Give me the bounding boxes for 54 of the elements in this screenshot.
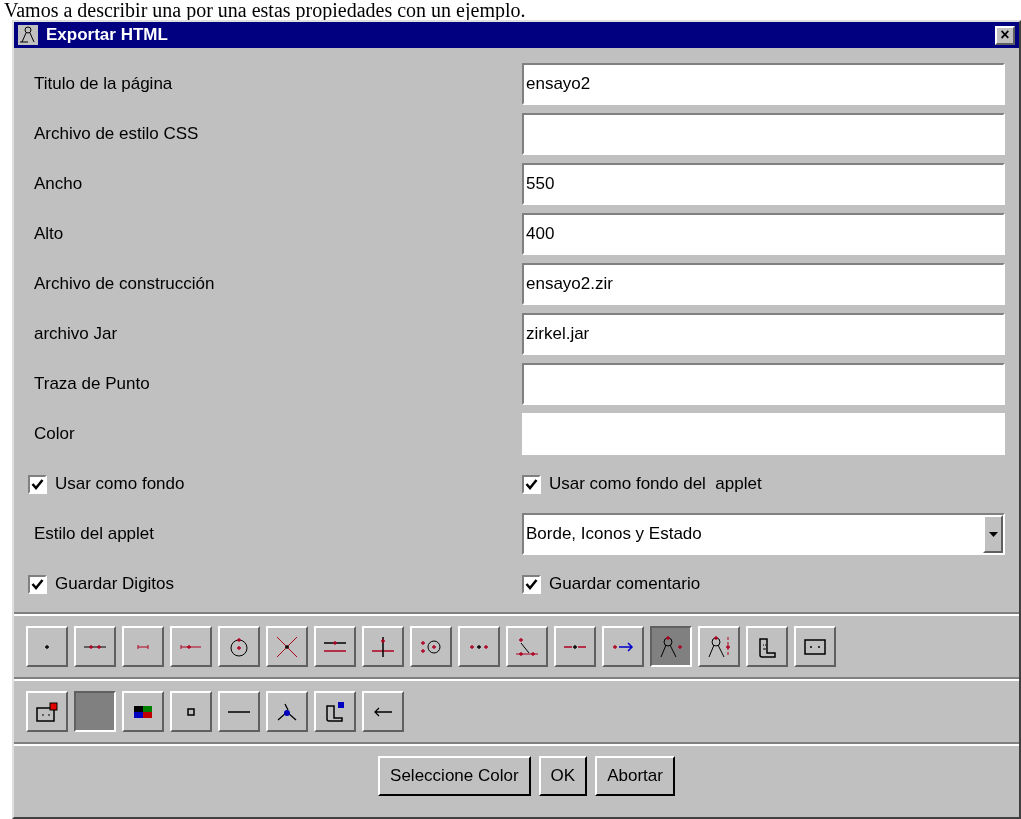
text-field[interactable]: ensayo2 <box>522 63 1005 105</box>
geometry-tool-icon <box>137 643 149 650</box>
dropdown-arrow-button[interactable] <box>983 515 1003 553</box>
text-field[interactable] <box>522 113 1005 155</box>
text-field[interactable]: zirkel.jar <box>522 313 1005 355</box>
field-label: Alto <box>33 223 65 246</box>
checkbox-label: Usar como fondo <box>55 473 185 496</box>
geometry-tool-icon <box>275 634 299 659</box>
checkbox[interactable] <box>522 474 541 494</box>
caret-icon <box>988 531 998 537</box>
text-field[interactable]: 550 <box>522 163 1005 205</box>
tool-icon <box>228 709 250 714</box>
checkbox[interactable] <box>28 574 47 594</box>
close-button[interactable]: × <box>995 25 1015 45</box>
dialog-button[interactable]: Seleccione Color <box>378 756 531 796</box>
window-title: Exportar HTML <box>46 24 169 47</box>
checkmark-icon <box>525 477 538 491</box>
geometry-tool-icon <box>469 643 489 650</box>
text-field[interactable] <box>522 363 1005 405</box>
tool-icon <box>323 699 347 724</box>
text-field[interactable]: ensayo2.zir <box>522 263 1005 305</box>
field-label: Color <box>33 423 76 446</box>
geometry-tool-icon <box>564 643 586 650</box>
field-label: archivo Jar <box>33 323 119 346</box>
field-label: Traza de Punto <box>33 373 151 396</box>
tool-icon <box>187 707 195 716</box>
color-swatch[interactable] <box>522 413 1005 455</box>
checkmark-icon <box>31 477 44 491</box>
checkbox-label: Guardar comentario <box>549 573 701 596</box>
checkbox-label: Guardar Digitos <box>55 573 175 596</box>
checkbox[interactable] <box>28 474 47 494</box>
tool-button[interactable] <box>650 626 692 667</box>
field-label: Estilo del applet <box>33 523 156 546</box>
checkmark-icon <box>31 577 44 591</box>
dialog-button[interactable]: OK <box>538 756 588 796</box>
geometry-tool-icon <box>44 643 50 650</box>
option-button[interactable] <box>74 691 116 732</box>
geometry-tool-icon <box>371 634 395 659</box>
field-label: Archivo de estilo CSS <box>33 123 200 146</box>
field-label: Ancho <box>33 173 84 196</box>
dialog-button[interactable]: Abortar <box>595 756 675 796</box>
tool-icon <box>35 699 59 724</box>
checkbox[interactable] <box>522 574 541 594</box>
checkmark-icon <box>525 577 538 591</box>
field-label: Archivo de construcción <box>33 273 216 296</box>
geometry-tool-icon <box>659 634 683 659</box>
geometry-tool-icon <box>180 643 202 650</box>
style-dropdown[interactable]: Borde, Iconos y Estado <box>522 513 1005 555</box>
checkbox-label: Usar como fondo del applet <box>549 473 762 496</box>
geometry-tool-icon <box>707 634 731 659</box>
compass-icon <box>18 25 38 45</box>
text-field[interactable]: 400 <box>522 213 1005 255</box>
geometry-tool-icon <box>84 643 106 650</box>
field-label: Titulo de la página <box>33 73 174 96</box>
